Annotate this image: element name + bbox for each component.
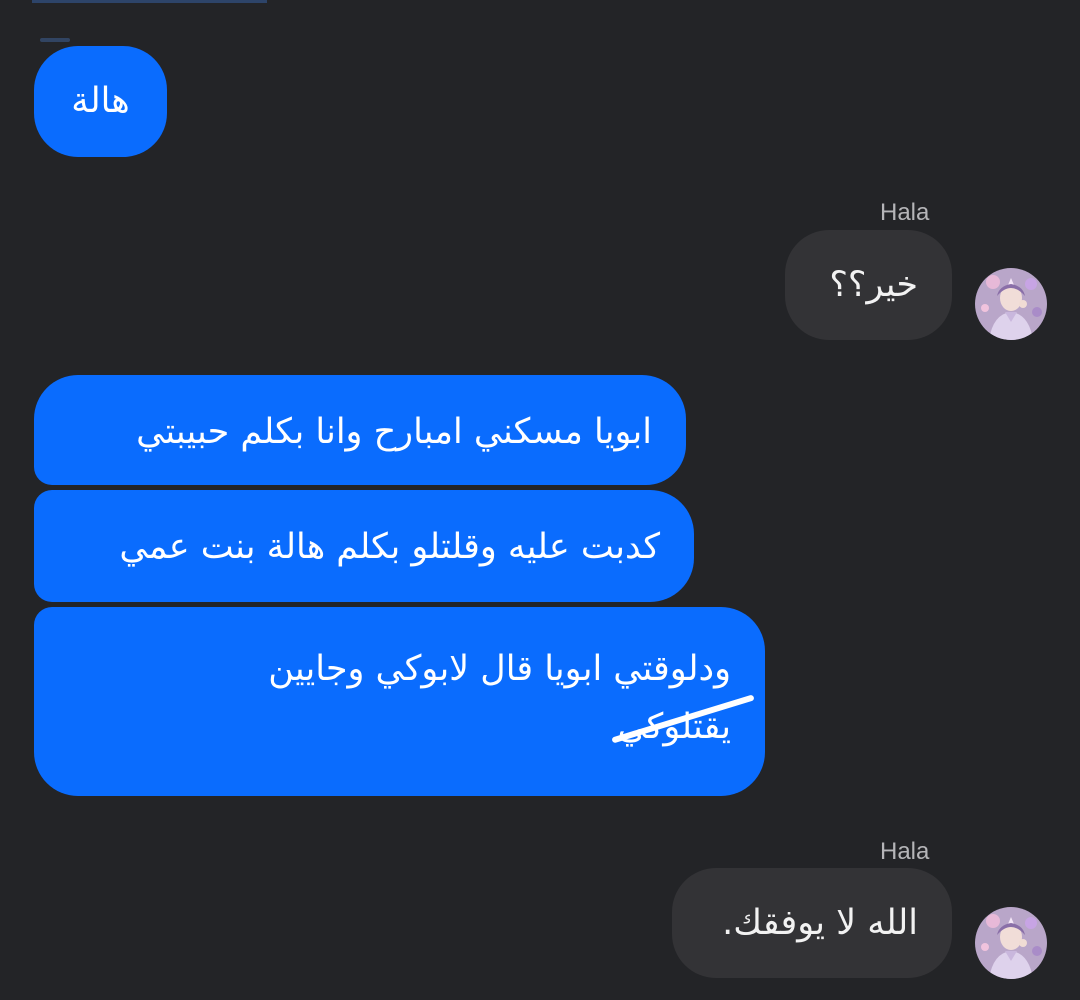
message-text: الله لا يوفقك. — [722, 903, 918, 943]
sent-message-bubble[interactable]: ابويا مسكني امبارح وانا بكلم حبيبتي — [34, 375, 686, 485]
message-text: ابويا مسكني امبارح وانا بكلم حبيبتي — [136, 412, 652, 452]
message-text: خير؟؟ — [829, 265, 918, 305]
sender-name: Hala — [880, 838, 930, 865]
received-message-bubble[interactable]: الله لا يوفقك. — [672, 868, 952, 978]
message-text-line: ودلوقتي ابويا قال لابوكي وجايين — [268, 649, 731, 689]
received-message-bubble[interactable]: خير؟؟ — [785, 230, 952, 340]
avatar-image — [975, 907, 1047, 979]
message-text: هالة — [71, 81, 130, 121]
sent-message-bubble[interactable]: هالة — [34, 46, 167, 157]
message-text: يقتلوكي — [617, 707, 731, 747]
avatar[interactable] — [975, 907, 1047, 979]
avatar[interactable] — [975, 268, 1047, 340]
message-text-line: يقتلوكي — [64, 694, 755, 756]
previous-message-indicator — [40, 38, 70, 42]
sent-message-bubble[interactable]: كدبت عليه وقلتلو بكلم هالة بنت عمي — [34, 490, 694, 602]
previous-message-edge — [32, 0, 267, 3]
sender-name: Hala — [880, 199, 930, 226]
sent-message-bubble[interactable]: ودلوقتي ابويا قال لابوكي وجايين يقتلوكي — [34, 607, 765, 796]
struck-through-word: يقتلوكي — [611, 694, 755, 756]
avatar-image — [975, 268, 1047, 340]
message-text: كدبت عليه وقلتلو بكلم هالة بنت عمي — [119, 527, 660, 567]
